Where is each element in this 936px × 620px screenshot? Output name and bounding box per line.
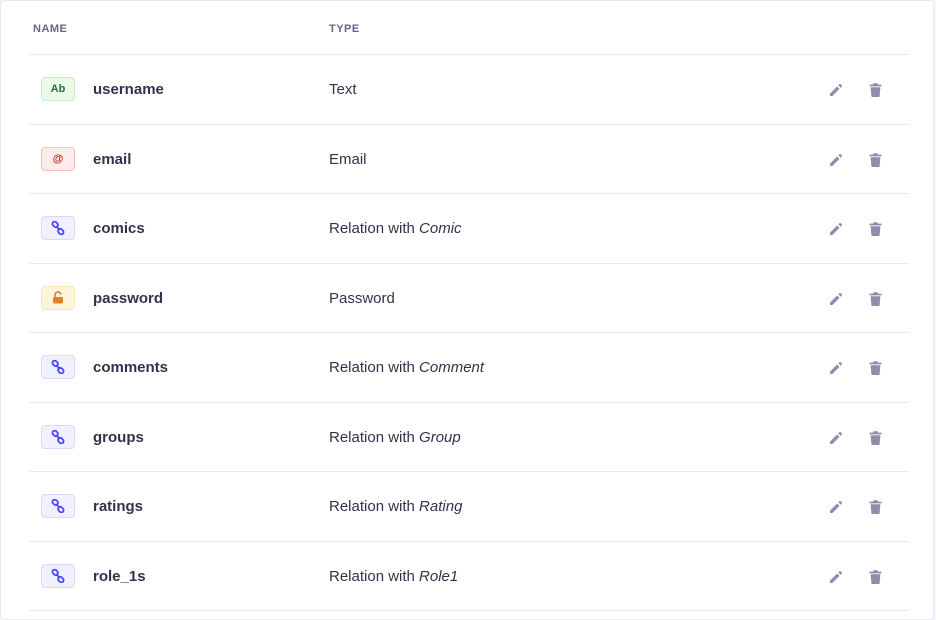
delete-button[interactable] xyxy=(865,80,885,100)
table-row: role_1s Relation with Role1 xyxy=(29,542,909,611)
delete-button[interactable] xyxy=(865,497,885,517)
field-type-prefix: Relation with xyxy=(329,567,420,585)
edit-button[interactable] xyxy=(826,150,846,170)
field-type: Password xyxy=(329,289,395,307)
table-body: Ab username Text @ email Email comics Relation … xyxy=(29,55,909,611)
edit-button[interactable] xyxy=(826,497,846,517)
link-icon xyxy=(41,563,75,588)
delete-button[interactable] xyxy=(865,567,885,587)
pencil-icon xyxy=(830,153,843,166)
field-name: username xyxy=(93,81,164,98)
edit-button[interactable] xyxy=(826,567,846,587)
field-type: Relation with Group xyxy=(329,429,461,446)
field-type-target: Role1 xyxy=(419,567,459,585)
table-row: password Password xyxy=(29,264,909,333)
pencil-icon xyxy=(830,292,843,305)
delete-button[interactable] xyxy=(865,358,885,378)
attributes-table: NAME TYPE Ab username Text @ email Email comic… xyxy=(29,1,909,611)
field-type: Text xyxy=(329,81,357,98)
field-type-prefix: Relation with xyxy=(329,498,420,515)
trash-icon xyxy=(869,430,881,445)
field-type: Relation with Comment xyxy=(329,359,484,376)
icon-label: @ xyxy=(52,152,64,165)
edit-button[interactable] xyxy=(826,80,846,100)
table-row: @ email Email xyxy=(29,125,909,194)
delete-button[interactable] xyxy=(865,428,885,448)
pencil-icon xyxy=(830,500,843,513)
field-name: groups xyxy=(93,428,144,446)
link-icon xyxy=(41,424,75,449)
pencil-icon xyxy=(830,431,843,444)
trash-icon xyxy=(869,222,881,236)
field-name: email xyxy=(93,150,132,168)
table-row: comments Relation with Comment xyxy=(29,333,909,403)
field-type: Relation with Comic xyxy=(329,220,462,237)
link-icon xyxy=(41,355,75,379)
delete-button[interactable] xyxy=(865,150,885,170)
field-name: ratings xyxy=(93,498,144,515)
field-name: password xyxy=(93,289,164,307)
field-type-target: Comic xyxy=(419,220,462,237)
icon-label: Ab xyxy=(50,83,66,95)
text-icon: Ab xyxy=(41,77,75,101)
trash-icon xyxy=(869,361,881,375)
column-header-type: TYPE xyxy=(329,23,360,35)
edit-button[interactable] xyxy=(826,358,846,378)
field-name: role_1s xyxy=(93,567,146,585)
delete-button[interactable] xyxy=(865,219,885,239)
table-row: Ab username Text xyxy=(29,55,909,125)
pencil-icon xyxy=(830,361,843,374)
field-type-prefix: Relation with xyxy=(329,428,420,446)
field-type: Relation with Rating xyxy=(329,498,462,515)
pencil-icon xyxy=(830,222,843,235)
field-type: Email xyxy=(329,150,367,168)
pencil-icon xyxy=(830,570,843,583)
edit-button[interactable] xyxy=(826,219,846,239)
field-type: Relation with Role1 xyxy=(329,568,458,585)
field-type-prefix: Relation with xyxy=(329,220,420,237)
field-type-prefix: Relation with xyxy=(329,359,420,376)
table-row: groups Relation with Group xyxy=(29,403,909,472)
link-icon xyxy=(41,216,75,240)
column-header-name: NAME xyxy=(33,23,68,35)
trash-icon xyxy=(869,569,881,584)
delete-button[interactable] xyxy=(865,289,885,309)
edit-button[interactable] xyxy=(826,428,846,448)
field-type-target: Rating xyxy=(419,498,463,515)
trash-icon xyxy=(869,152,881,167)
trash-icon xyxy=(869,291,881,306)
field-type-target: Group xyxy=(419,428,461,446)
lock-icon xyxy=(41,285,75,310)
trash-icon xyxy=(869,83,881,97)
edit-button[interactable] xyxy=(826,289,846,309)
at-sign-icon: @ xyxy=(41,146,75,171)
field-name: comments xyxy=(93,359,169,376)
pencil-icon xyxy=(830,83,843,96)
attributes-card: NAME TYPE Ab username Text @ email Email comic… xyxy=(0,0,934,620)
table-header: NAME TYPE xyxy=(29,1,909,55)
table-row: ratings Relation with Rating xyxy=(29,472,909,542)
link-icon xyxy=(41,494,75,518)
table-row: comics Relation with Comic xyxy=(29,194,909,264)
field-type-target: Comment xyxy=(419,359,485,376)
trash-icon xyxy=(869,500,881,514)
field-name: comics xyxy=(93,220,145,237)
